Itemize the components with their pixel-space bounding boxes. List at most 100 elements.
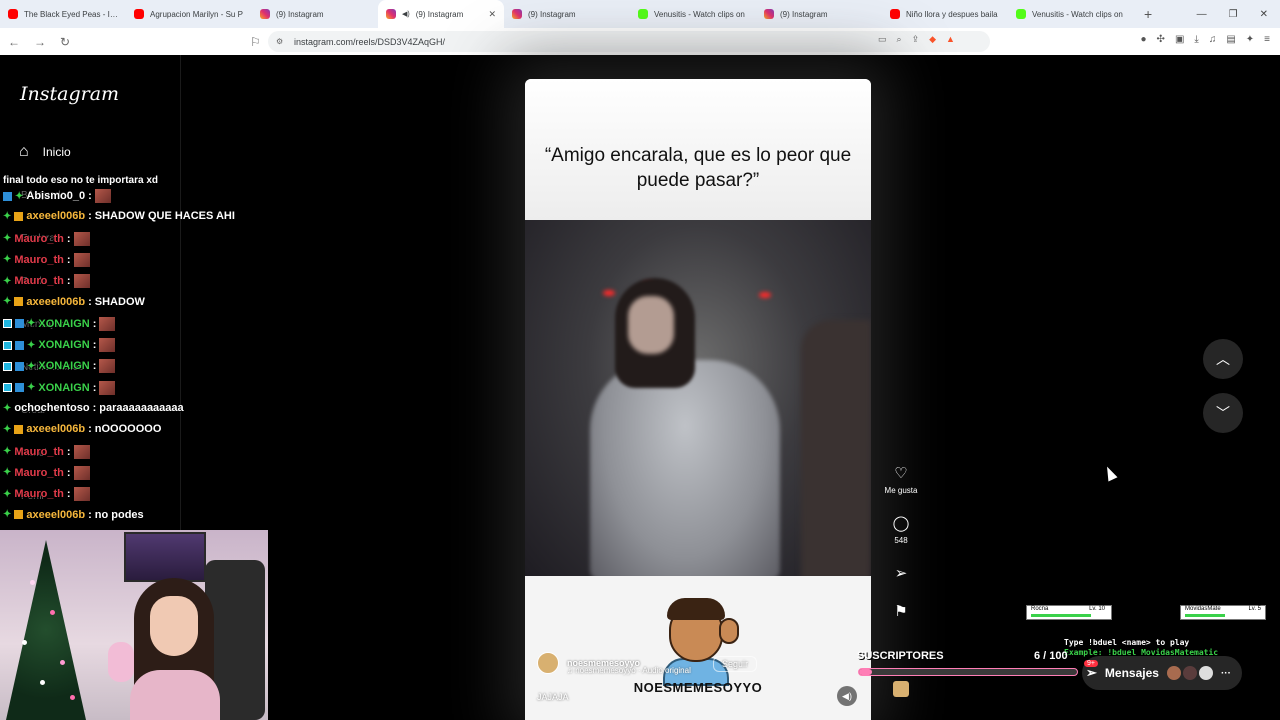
subs-count: 6 / 100: [1034, 650, 1068, 662]
share-button[interactable]: ➢: [880, 565, 922, 583]
tab-title: Agrupacion Marilyn - Su P: [150, 9, 243, 19]
chat-colon: :: [66, 445, 71, 458]
chat-username[interactable]: XONAIGN: [38, 382, 89, 394]
chat-message: ✦ Mauro_th :: [3, 274, 90, 289]
wallet-icon[interactable]: ▣: [1175, 34, 1184, 45]
sub-badge-icon: ✦: [27, 318, 36, 330]
browser-tab[interactable]: Venusitis - Watch clips on: [1008, 0, 1134, 28]
media-icon[interactable]: ♫: [1209, 34, 1217, 45]
speaker-icon[interactable]: ◀): [402, 10, 410, 18]
audio-label[interactable]: ♫ noesmemesoyyo · Audio original: [567, 666, 691, 675]
brave-shields-icon[interactable]: ◆: [929, 34, 936, 45]
browser-tab[interactable]: ◀) (9) Instagram ✕: [378, 0, 504, 28]
chat-username[interactable]: Mauro_th: [14, 488, 64, 500]
chat-username[interactable]: ochochentoso: [14, 402, 89, 414]
send-icon: ➢: [894, 565, 908, 582]
sidebar-icon[interactable]: ▤: [1226, 34, 1235, 45]
sub-badge-icon: ✦: [3, 423, 12, 435]
gift-badge-icon: [14, 510, 24, 519]
chat-username[interactable]: axeeel006b: [26, 509, 85, 521]
chat-emote: [99, 316, 116, 331]
site-info-icon[interactable]: ⚙: [276, 37, 283, 46]
close-tab-icon[interactable]: ✕: [488, 9, 496, 20]
extension-icon[interactable]: ●: [1141, 34, 1147, 45]
subs-label: SUSCRIPTORES: [857, 650, 944, 662]
like-button[interactable]: ♡ Me gusta: [880, 465, 922, 495]
share-icon[interactable]: ⇪: [912, 34, 920, 45]
chat-username[interactable]: Mauro_th: [14, 233, 64, 245]
sub-badge-icon: ✦: [27, 382, 36, 394]
leo-icon[interactable]: ✦: [1246, 34, 1254, 45]
next-reel-button[interactable]: ﹀: [1203, 393, 1243, 433]
messages-avatars: [1166, 666, 1213, 680]
chat-username[interactable]: XONAIGN: [38, 318, 89, 330]
minimize-icon[interactable]: —: [1197, 9, 1207, 20]
chat-username[interactable]: Mauro_th: [14, 275, 64, 287]
cast-icon[interactable]: ▭: [878, 34, 887, 45]
follow-button[interactable]: Seguir: [713, 656, 758, 672]
browser-tab[interactable]: (9) Instagram: [504, 0, 630, 28]
zoom-icon[interactable]: ⌕: [897, 34, 902, 45]
new-tab-icon[interactable]: +: [1134, 6, 1162, 22]
mod-badge-icon: [3, 383, 12, 393]
author-avatar[interactable]: [537, 652, 559, 674]
sub-badge-icon: ✦: [27, 360, 36, 372]
chat-message: ✦ axeeel006b : no podes: [3, 509, 144, 521]
browser-tab-strip: The Black Eyed Peas - I Go Agrupacion Mar…: [0, 0, 1280, 28]
gift-badge-icon: [14, 297, 24, 306]
chat-message: ✦ XONAIGN :: [3, 380, 116, 395]
chat-username[interactable]: Mauro_th: [14, 254, 64, 266]
browser-toolbar: ← → ↻ ⚐ ⚙ instagram.com/reels/DSD3V4ZAqG…: [0, 28, 1280, 55]
chat-username[interactable]: XONAIGN: [38, 339, 89, 351]
close-window-icon[interactable]: ✕: [1260, 9, 1268, 20]
bookmark-icon[interactable]: ⚐: [250, 35, 261, 49]
restore-icon[interactable]: ❐: [1229, 9, 1238, 20]
mouse-cursor: [1102, 464, 1118, 482]
mute-icon[interactable]: ◀): [837, 686, 857, 706]
chat-message: ✦ Mauro_th :: [3, 444, 90, 459]
gift-badge-icon: [14, 424, 24, 434]
forward-icon[interactable]: →: [34, 35, 46, 49]
back-icon[interactable]: ←: [8, 35, 20, 49]
browser-tab[interactable]: (9) Instagram: [252, 0, 378, 28]
messages-button[interactable]: ➢ Mensajes ···: [1082, 656, 1242, 690]
chat-username[interactable]: Abismo0_0: [26, 190, 85, 202]
tab-title: The Black Eyed Peas - I Go: [24, 9, 118, 19]
chat-username[interactable]: Mauro_th: [14, 446, 64, 458]
puzzle-icon[interactable]: ✣: [1157, 34, 1165, 45]
previous-reel-button[interactable]: ︿: [1203, 339, 1243, 379]
more-icon[interactable]: ···: [1221, 668, 1231, 679]
save-button[interactable]: ⚑: [880, 603, 922, 621]
browser-tab[interactable]: The Black Eyed Peas - I Go: [0, 0, 126, 28]
download-icon[interactable]: ⤓: [1194, 34, 1198, 45]
browser-tab[interactable]: Niño llora y despues baila: [882, 0, 1008, 28]
tab-title: (9) Instagram: [780, 9, 828, 19]
youtube-icon: [134, 9, 144, 19]
nav-home[interactable]: ⌂ Inicio: [19, 143, 71, 161]
cube-badge-icon: [15, 383, 24, 393]
menu-icon[interactable]: ≡: [1264, 34, 1270, 45]
dancing-woman: [590, 260, 780, 576]
browser-tab[interactable]: Agrupacion Marilyn - Su P: [126, 0, 252, 28]
chat-username[interactable]: axeeel006b: [26, 423, 85, 435]
comment-button[interactable]: ◯ 548: [880, 515, 922, 545]
instagram-logo[interactable]: Instagram: [20, 83, 119, 105]
rewards-icon[interactable]: ▲: [946, 34, 955, 45]
chat-username[interactable]: Mauro_th: [14, 467, 64, 479]
tab-title: Venusitis - Watch clips on: [1032, 9, 1123, 19]
sub-badge-icon: ✦: [3, 296, 12, 307]
chat-emote: [73, 465, 90, 480]
reel-player[interactable]: “Amigo encarala, que es lo peor que pued…: [525, 79, 871, 720]
audio-thumbnail[interactable]: [880, 681, 922, 702]
sub-badge-icon: ✦: [15, 190, 24, 202]
streamer: [120, 570, 230, 720]
chat-username[interactable]: axeeel006b: [26, 296, 85, 308]
browser-tab[interactable]: Venusitis - Watch clips on: [630, 0, 756, 28]
browser-tab[interactable]: (9) Instagram: [756, 0, 882, 28]
reel-caption: “Amigo encarala, que es lo peor que pued…: [544, 144, 852, 191]
reel-video[interactable]: [525, 220, 871, 576]
chat-username[interactable]: axeeel006b: [26, 210, 85, 222]
chat-username[interactable]: XONAIGN: [38, 360, 89, 372]
chat-message: ✦ axeeel006b : SHADOW: [3, 296, 145, 308]
reload-icon[interactable]: ↻: [60, 35, 70, 49]
